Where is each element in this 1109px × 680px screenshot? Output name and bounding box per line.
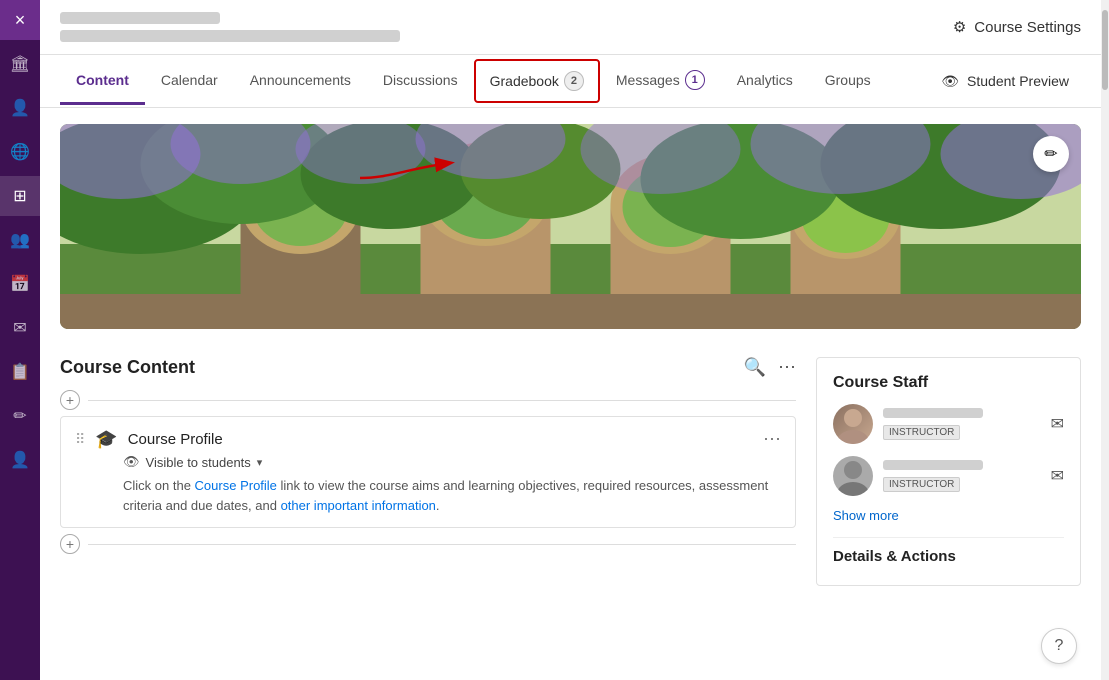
gradebook-badge: 2 — [564, 71, 584, 91]
nav-tabs: Content Calendar Announcements Discussio… — [40, 55, 1101, 108]
tab-discussions[interactable]: Discussions — [367, 58, 474, 105]
divider-row-bottom: + — [60, 534, 796, 554]
staff-member-2: INSTRUCTOR ✉ — [833, 456, 1064, 496]
tab-announcements[interactable]: Announcements — [234, 58, 367, 105]
tab-calendar[interactable]: Calendar — [145, 58, 234, 105]
divider-row-top: + — [60, 390, 796, 410]
staff-email-icon-2[interactable]: ✉ — [1051, 466, 1064, 486]
sidebar-icon-institution[interactable]: 🏛 — [0, 44, 40, 84]
student-preview-button[interactable]: 👁 Student Preview — [929, 65, 1081, 98]
visibility-row: 👁 Visible to students ▾ — [123, 454, 781, 470]
messages-badge: 1 — [685, 70, 705, 90]
tab-analytics[interactable]: Analytics — [721, 58, 809, 105]
pencil-icon: ✏ — [1044, 144, 1057, 164]
course-content-title: Course Content — [60, 357, 195, 378]
breadcrumb — [60, 12, 220, 24]
staff-member-1: INSTRUCTOR ✉ — [833, 404, 1064, 444]
divider-line-bottom — [88, 544, 796, 545]
visibility-label[interactable]: Visible to students — [146, 455, 251, 470]
sidebar-icon-user[interactable]: 👤 — [0, 88, 40, 128]
course-staff-title: Course Staff — [833, 374, 1064, 392]
panel-actions: 🔍 ⋯ — [744, 357, 796, 378]
gear-icon: ⚙ — [953, 18, 966, 36]
content-area: Course Content 🔍 ⋯ + ⠿ 🎓 Course Profile — [40, 345, 1101, 606]
sidebar-icon-edit[interactable]: ✏ — [0, 396, 40, 436]
course-profile-link[interactable]: Course Profile — [195, 478, 277, 493]
staff-name-bar-1 — [883, 408, 983, 418]
sidebar: × 🏛 👤 🌐 ⊞ 👥 📅 ✉ 📋 ✏ 👤 — [0, 0, 40, 680]
search-icon[interactable]: 🔍 — [744, 357, 766, 378]
add-content-button-top[interactable]: + — [60, 390, 80, 410]
course-staff-section: Course Staff INSTRUCTOR ✉ — [816, 357, 1081, 586]
item-title: Course Profile — [128, 431, 223, 448]
show-more-link[interactable]: Show more — [833, 508, 1064, 523]
sidebar-icon-calendar[interactable]: 📅 — [0, 264, 40, 304]
main-content: ⚙ Course Settings Content Calendar Annou… — [40, 0, 1101, 680]
course-content-panel: Course Content 🔍 ⋯ + ⠿ 🎓 Course Profile — [60, 345, 796, 586]
scrollbar[interactable] — [1101, 0, 1109, 680]
content-item-left: ⠿ 🎓 Course Profile — [75, 429, 223, 450]
tab-gradebook[interactable]: Gradebook 2 — [474, 59, 600, 103]
course-settings-button[interactable]: ⚙ Course Settings — [953, 18, 1081, 36]
top-bar-left — [60, 12, 400, 42]
sidebar-close-button[interactable]: × — [0, 0, 40, 40]
sidebar-icon-people[interactable]: 👥 — [0, 220, 40, 260]
other-info-link[interactable]: other important information — [281, 498, 436, 513]
hero-image: ✏ — [60, 124, 1081, 329]
staff-avatar-2 — [833, 456, 873, 496]
top-bar: ⚙ Course Settings — [40, 0, 1101, 55]
graduation-cap-icon: 🎓 — [95, 429, 117, 450]
right-panel: Course Staff INSTRUCTOR ✉ — [816, 345, 1081, 586]
eye-icon: 👁 — [123, 454, 140, 470]
staff-avatar-1 — [833, 404, 873, 444]
sidebar-icon-profile[interactable]: 👤 — [0, 440, 40, 480]
student-preview-icon: 👁 — [941, 73, 959, 90]
content-item-header: ⠿ 🎓 Course Profile ⋯ — [75, 429, 781, 450]
add-content-button-bottom[interactable]: + — [60, 534, 80, 554]
course-title-bar — [60, 30, 400, 42]
sidebar-icon-mail[interactable]: ✉ — [0, 308, 40, 348]
hero-edit-button[interactable]: ✏ — [1033, 136, 1069, 172]
sidebar-icon-globe[interactable]: 🌐 — [0, 132, 40, 172]
course-profile-item: ⠿ 🎓 Course Profile ⋯ 👁 Visible to studen… — [60, 416, 796, 528]
tab-groups[interactable]: Groups — [809, 58, 887, 105]
item-description: Click on the Course Profile link to view… — [123, 476, 781, 515]
help-button[interactable]: ? — [1041, 628, 1077, 664]
chevron-down-icon[interactable]: ▾ — [257, 456, 263, 469]
sidebar-icon-grid[interactable]: ⊞ — [0, 176, 40, 216]
staff-info-2: INSTRUCTOR — [883, 460, 1041, 492]
more-options-icon[interactable]: ⋯ — [778, 357, 796, 378]
staff-info-1: INSTRUCTOR — [883, 408, 1041, 440]
scrollbar-thumb[interactable] — [1102, 10, 1108, 90]
staff-name-bar-2 — [883, 460, 983, 470]
staff-badge-2: INSTRUCTOR — [883, 477, 960, 492]
sidebar-icon-document[interactable]: 📋 — [0, 352, 40, 392]
drag-handle[interactable]: ⠿ — [75, 431, 85, 448]
item-menu-button[interactable]: ⋯ — [763, 429, 781, 450]
staff-email-icon-1[interactable]: ✉ — [1051, 414, 1064, 434]
staff-badge-1: INSTRUCTOR — [883, 425, 960, 440]
tab-messages[interactable]: Messages 1 — [600, 56, 721, 107]
tab-content[interactable]: Content — [60, 58, 145, 105]
divider-line-top — [88, 400, 796, 401]
panel-header: Course Content 🔍 ⋯ — [60, 345, 796, 386]
details-actions-title: Details & Actions — [833, 537, 1064, 569]
